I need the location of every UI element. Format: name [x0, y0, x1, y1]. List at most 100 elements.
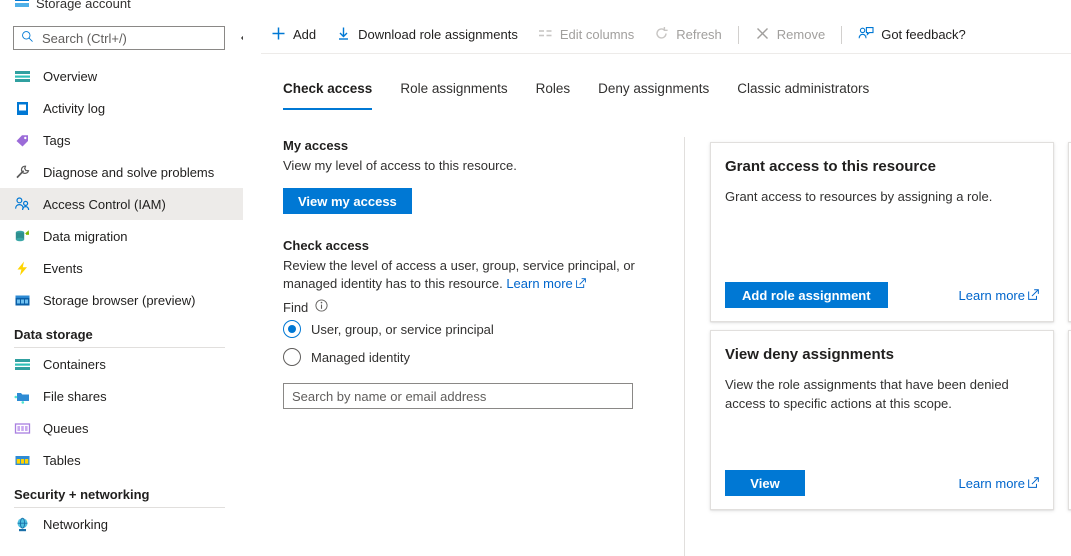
radio-button[interactable] [283, 348, 301, 366]
info-circle-icon[interactable] [315, 299, 328, 315]
find-label: Find [283, 300, 308, 315]
resource-type-label: Storage account [36, 0, 131, 11]
activity-log-icon [14, 100, 31, 117]
sidebar-item-label: Overview [43, 69, 97, 84]
sidebar-item-label: Containers [43, 357, 106, 372]
sidebar-item-containers[interactable]: Containers [0, 348, 243, 380]
iam-tab-bar: Check access Role assignments Roles Deny… [283, 74, 883, 110]
download-role-assignments-button[interactable]: Download role assignments [326, 19, 528, 51]
command-toolbar: Add Download role assignments [261, 16, 1071, 54]
tab-classic-administrators[interactable]: Classic administrators [723, 74, 883, 106]
sidebar-group-title: Data storage [14, 327, 225, 347]
check-access-learn-more-link[interactable]: Learn more [506, 275, 585, 293]
sidebar-item-tags[interactable]: Tags [0, 124, 243, 156]
sidebar-item-label: File shares [43, 389, 107, 404]
radio-managed-identity[interactable]: Managed identity [283, 343, 663, 371]
sidebar-item-label: Tables [43, 453, 81, 468]
download-icon [336, 26, 351, 44]
grant-access-card-title: Grant access to this resource [725, 158, 1039, 175]
radio-user-group-service-principal[interactable]: User, group, or service principal [283, 315, 663, 343]
tab-role-assignments[interactable]: Role assignments [386, 74, 521, 106]
toolbar-separator [738, 26, 739, 44]
resource-type-header: Storage account [0, 0, 243, 14]
sidebar-nav-list: Overview Activity log [0, 60, 243, 540]
sidebar-item-label: Activity log [43, 101, 105, 116]
tab-label: Role assignments [400, 81, 507, 96]
sidebar-item-queues[interactable]: Queues [0, 412, 243, 444]
grant-access-card: Grant access to this resource Grant acce… [710, 142, 1054, 322]
sidebar-item-file-shares[interactable]: File shares [0, 380, 243, 412]
check-access-description-line2: managed identity has to this resource. [283, 276, 503, 291]
radio-label: Managed identity [311, 350, 410, 365]
remove-x-icon [755, 26, 770, 44]
sidebar-item-label: Storage browser (preview) [43, 293, 195, 308]
deny-assignments-card-description: View the role assignments that have been… [725, 375, 1039, 413]
tab-roles[interactable]: Roles [522, 74, 585, 106]
sidebar-item-tables[interactable]: Tables [0, 444, 243, 476]
radio-label: User, group, or service principal [311, 322, 494, 337]
got-feedback-button[interactable]: Got feedback? [848, 19, 976, 51]
sidebar-item-label: Data migration [43, 229, 128, 244]
view-deny-assignments-button[interactable]: View [725, 470, 805, 496]
view-deny-assignments-card: View deny assignments View the role assi… [710, 330, 1054, 510]
grant-access-card-description: Grant access to resources by assigning a… [725, 187, 1039, 206]
add-role-assignment-button[interactable]: Add role assignment [725, 282, 888, 308]
edit-columns-button[interactable]: Edit columns [528, 19, 644, 51]
azure-portal-iam-page: Storage account [0, 0, 1071, 556]
deny-assignments-card-footer: View Learn more [725, 470, 1039, 496]
data-migration-icon [14, 228, 31, 245]
sidebar-item-activity-log[interactable]: Activity log [0, 92, 243, 124]
resource-sidebar: Storage account [0, 0, 243, 556]
edit-columns-icon [538, 26, 553, 44]
sidebar-item-overview[interactable]: Overview [0, 60, 243, 92]
storage-account-icon [14, 0, 30, 11]
access-control-icon [14, 196, 31, 213]
queues-icon [14, 420, 31, 437]
sidebar-group-security-networking: Security + networking [0, 487, 243, 508]
chevron-double-left-icon[interactable] [236, 28, 243, 48]
search-icon [21, 30, 34, 46]
containers-icon [14, 356, 31, 373]
file-shares-icon [14, 388, 31, 405]
check-access-search-input[interactable] [283, 383, 633, 409]
check-access-panel: My access View my level of access to thi… [283, 138, 663, 409]
sidebar-item-access-control-iam[interactable]: Access Control (IAM) [0, 188, 243, 220]
my-access-title: My access [283, 138, 663, 153]
refresh-icon [654, 26, 669, 44]
external-link-icon [1028, 476, 1039, 491]
grant-access-card-footer: Add role assignment Learn more [725, 282, 1039, 308]
learn-more-label: Learn more [959, 288, 1025, 303]
sidebar-item-networking[interactable]: Networking [0, 508, 243, 540]
view-my-access-button[interactable]: View my access [283, 188, 412, 214]
remove-label: Remove [777, 27, 825, 42]
sidebar-item-events[interactable]: Events [0, 252, 243, 284]
radio-button[interactable] [283, 320, 301, 338]
sidebar-group-title: Security + networking [14, 487, 225, 507]
sidebar-item-label: Events [43, 261, 83, 276]
learn-more-label: Learn more [506, 275, 572, 293]
grant-access-learn-more-link[interactable]: Learn more [959, 288, 1039, 303]
sidebar-item-diagnose-and-solve-problems[interactable]: Diagnose and solve problems [0, 156, 243, 188]
tab-label: Deny assignments [598, 81, 709, 96]
tag-icon [14, 132, 31, 149]
my-access-description: View my level of access to this resource… [283, 157, 663, 175]
download-role-assignments-label: Download role assignments [358, 27, 518, 42]
refresh-label: Refresh [676, 27, 722, 42]
sidebar-item-storage-browser-preview[interactable]: Storage browser (preview) [0, 284, 243, 316]
refresh-button[interactable]: Refresh [644, 19, 732, 51]
deny-assignments-learn-more-link[interactable]: Learn more [959, 476, 1039, 491]
tab-check-access[interactable]: Check access [283, 74, 386, 106]
feedback-icon [858, 26, 874, 44]
sidebar-search[interactable] [13, 26, 225, 50]
remove-button[interactable]: Remove [745, 19, 835, 51]
tab-deny-assignments[interactable]: Deny assignments [584, 74, 723, 106]
add-button[interactable]: Add [261, 19, 326, 51]
search-input[interactable] [40, 30, 217, 47]
sidebar-item-label: Tags [43, 133, 70, 148]
sidebar-item-data-migration[interactable]: Data migration [0, 220, 243, 252]
toolbar-separator [841, 26, 842, 44]
storage-browser-icon [14, 292, 31, 309]
external-link-icon [1028, 288, 1039, 303]
tables-icon [14, 452, 31, 469]
got-feedback-label: Got feedback? [881, 27, 966, 42]
